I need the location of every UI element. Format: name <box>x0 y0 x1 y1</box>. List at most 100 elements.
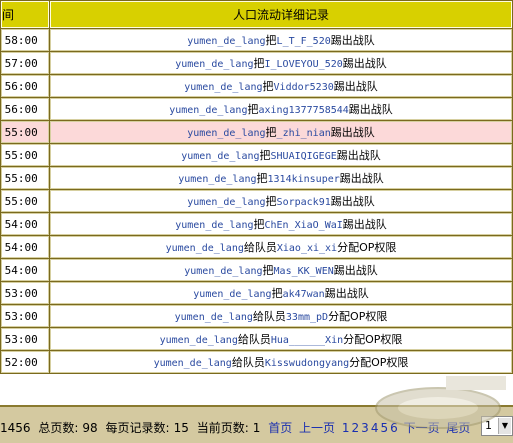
action-result: 踢出战队 <box>333 80 378 93</box>
row-time: :54:00 <box>1 259 49 281</box>
action-verb: 给队员 <box>252 310 286 323</box>
pager: 1456 总页数: 98 每页记录数: 15 当前页数: 1 首页 上一页 12345… <box>0 419 473 436</box>
target-player: SHUAIQIGEGE <box>270 151 337 162</box>
page-select-value: 1 <box>485 419 492 432</box>
page-link[interactable]: 2 <box>352 421 360 435</box>
operator-name: yumen_de_lang <box>187 197 266 208</box>
row-time: :56:00 <box>1 75 49 97</box>
page-link[interactable]: 5 <box>380 421 388 435</box>
action-verb: 把 <box>253 218 265 231</box>
first-page-link[interactable]: 首页 <box>268 421 292 435</box>
table-row: :53:00 yumen_de_lang给队员Hua______Xin分配OP权限 <box>1 328 512 350</box>
action-result: 踢出战队 <box>336 149 381 162</box>
row-record: yumen_de_lang把axing1377758544踢出战队 <box>50 98 512 120</box>
table-row: :54:00 yumen_de_lang把Mas_KK_WEN踢出战队 <box>1 259 512 281</box>
target-player: ak47wan <box>282 289 325 300</box>
row-record: yumen_de_lang把Viddor5230踢出战队 <box>50 75 512 97</box>
row-record: yumen_de_lang把I_LOVEYOU_520踢出战队 <box>50 52 512 74</box>
page-link[interactable]: 6 <box>390 421 398 435</box>
prev-page-link[interactable]: 上一页 <box>299 421 335 435</box>
current-page: 1 <box>252 421 261 435</box>
row-time: :53:00 <box>1 305 49 327</box>
row-record: yumen_de_lang把SHUAIQIGEGE踢出战队 <box>50 144 512 166</box>
table-row: :54:00 yumen_de_lang把ChEn_XiaO_WaI踢出战队 <box>1 213 512 235</box>
row-record: yumen_de_lang把ak47wan踢出战队 <box>50 282 512 304</box>
operator-name: yumen_de_lang <box>184 266 263 277</box>
action-verb: 把 <box>265 34 277 47</box>
operator-name: yumen_de_lang <box>181 151 260 162</box>
row-record: yumen_de_lang给队员Xiao_xi_xi分配OP权限 <box>50 236 512 258</box>
operator-name: yumen_de_lang <box>174 312 253 323</box>
row-record: yumen_de_lang给队员33mm_pD分配OP权限 <box>50 305 512 327</box>
target-player: Kisswudongyang <box>264 358 350 369</box>
last-page-link[interactable]: 尾页 <box>446 421 470 435</box>
table-row: :56:00 yumen_de_lang把Viddor5230踢出战队 <box>1 75 512 97</box>
table-row: :53:00 yumen_de_lang给队员33mm_pD分配OP权限 <box>1 305 512 327</box>
action-verb: 给队员 <box>237 333 271 346</box>
total-pages: 98 <box>82 421 98 435</box>
page-link[interactable]: 1 <box>342 421 350 435</box>
per-page: 15 <box>173 421 189 435</box>
target-player: _zhi_nian <box>276 128 331 139</box>
target-player: Xiao_xi_xi <box>276 243 338 254</box>
action-result: 踢出战队 <box>330 195 375 208</box>
page-link[interactable]: 4 <box>371 421 379 435</box>
operator-name: yumen_de_lang <box>175 59 254 70</box>
action-result: 踢出战队 <box>339 172 384 185</box>
table-row: :54:00 yumen_de_lang给队员Xiao_xi_xi分配OP权限 <box>1 236 512 258</box>
table-header-row: 间 人口流动详细记录 <box>1 1 512 28</box>
action-verb: 把 <box>256 172 268 185</box>
row-record: yumen_de_lang把1314kinsuper踢出战队 <box>50 167 512 189</box>
row-record: yumen_de_lang把Sorpack91踢出战队 <box>50 190 512 212</box>
record-column-header: 人口流动详细记录 <box>50 1 512 28</box>
action-result: 分配OP权限 <box>328 310 388 323</box>
row-time: :55:00 <box>1 144 49 166</box>
current-page-label: 当前页数: <box>196 421 249 435</box>
row-time: :56:00 <box>1 98 49 120</box>
action-verb: 给队员 <box>243 241 277 254</box>
action-verb: 把 <box>253 57 265 70</box>
target-player: axing1377758544 <box>258 105 349 116</box>
table-row: :55:00 yumen_de_lang把1314kinsuper踢出战队 <box>1 167 512 189</box>
total-records: 1456 <box>0 421 31 435</box>
action-result: 分配OP权限 <box>343 333 403 346</box>
row-record: yumen_de_lang给队员Hua______Xin分配OP权限 <box>50 328 512 350</box>
target-player: I_LOVEYOU_520 <box>264 59 343 70</box>
row-time: :53:00 <box>1 328 49 350</box>
page-link[interactable]: 3 <box>361 421 369 435</box>
row-time: :54:00 <box>1 236 49 258</box>
action-verb: 把 <box>271 287 283 300</box>
action-result: 踢出战队 <box>330 34 375 47</box>
operator-name: yumen_de_lang <box>193 289 272 300</box>
log-table: 间 人口流动详细记录 :58:00 yumen_de_lang把L_T_F_520… <box>0 0 513 374</box>
per-page-label: 每页记录数: <box>105 421 170 435</box>
row-time: :53:00 <box>1 282 49 304</box>
table-row: :55:00 yumen_de_lang把_zhi_nian踢出战队 <box>1 121 512 143</box>
row-time: :55:00 <box>1 167 49 189</box>
action-verb: 把 <box>265 195 277 208</box>
table-row: :57:00 yumen_de_lang把I_LOVEYOU_520踢出战队 <box>1 52 512 74</box>
action-verb: 把 <box>247 103 259 116</box>
total-pages-label: 总页数: <box>38 421 79 435</box>
action-result: 分配OP权限 <box>349 356 409 369</box>
row-record: yumen_de_lang给队员Kisswudongyang分配OP权限 <box>50 351 512 373</box>
row-record: yumen_de_lang把ChEn_XiaO_WaI踢出战队 <box>50 213 512 235</box>
table-row: :52:00 yumen_de_lang给队员Kisswudongyang分配OP… <box>1 351 512 373</box>
action-verb: 给队员 <box>231 356 265 369</box>
next-page-link[interactable]: 下一页 <box>404 421 440 435</box>
operator-name: yumen_de_lang <box>184 82 263 93</box>
action-verb: 把 <box>259 149 271 162</box>
time-column-header: 间 <box>1 1 49 28</box>
table-row: :56:00 yumen_de_lang把axing1377758544踢出战队 <box>1 98 512 120</box>
action-result: 踢出战队 <box>342 218 387 231</box>
row-time: :55:00 <box>1 121 49 143</box>
target-player: 33mm_pD <box>285 312 329 323</box>
action-verb: 把 <box>265 126 277 139</box>
page-select[interactable]: 1 ▼ <box>481 416 513 436</box>
operator-name: yumen_de_lang <box>169 105 248 116</box>
row-record: yumen_de_lang把Mas_KK_WEN踢出战队 <box>50 259 512 281</box>
row-record: yumen_de_lang把_zhi_nian踢出战队 <box>50 121 512 143</box>
action-result: 踢出战队 <box>348 103 393 116</box>
action-result: 踢出战队 <box>333 264 378 277</box>
action-result: 踢出战队 <box>324 287 369 300</box>
